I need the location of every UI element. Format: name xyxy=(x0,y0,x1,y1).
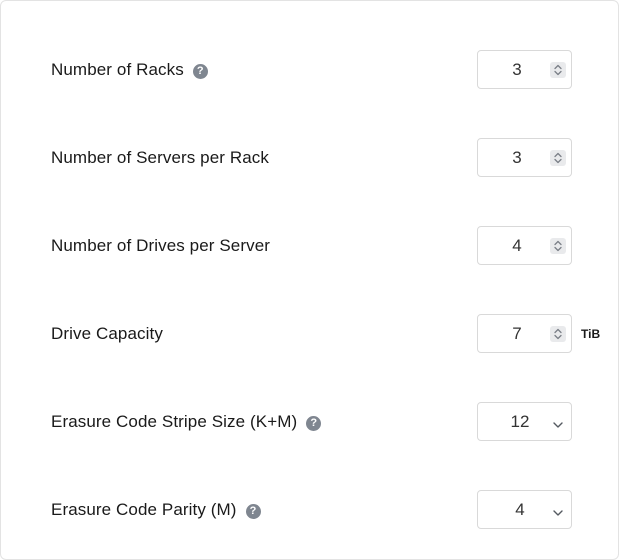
drives-label: Number of Drives per Server xyxy=(51,236,271,255)
parity-label: Erasure Code Parity (M) xyxy=(51,500,237,519)
form-row-capacity: Drive Capacity 7 TiB xyxy=(1,314,620,354)
racks-label-group: Number of Racks ? xyxy=(51,50,208,90)
drives-value[interactable]: 4 xyxy=(478,227,556,264)
up-down-arrows-icon[interactable] xyxy=(550,150,566,166)
chevron-down-icon[interactable] xyxy=(552,417,564,428)
parity-select[interactable]: 4 xyxy=(477,490,572,529)
capacity-label: Drive Capacity xyxy=(51,324,163,343)
question-circle-icon[interactable]: ? xyxy=(306,415,322,431)
form-row-stripe-size: Erasure Code Stripe Size (K+M) ? 12 xyxy=(1,402,620,442)
servers-number-input[interactable]: 3 xyxy=(477,138,572,177)
capacity-label-group: Drive Capacity xyxy=(51,314,163,354)
form-row-parity: Erasure Code Parity (M) ? 4 xyxy=(1,490,620,530)
stripe-size-label: Erasure Code Stripe Size (K+M) xyxy=(51,412,298,431)
drives-number-input[interactable]: 4 xyxy=(477,226,572,265)
drives-label-group: Number of Drives per Server xyxy=(51,226,270,266)
servers-label: Number of Servers per Rack xyxy=(51,148,270,167)
form-row-servers: Number of Servers per Rack 3 xyxy=(1,138,620,178)
capacity-number-input[interactable]: 7 xyxy=(477,314,572,353)
racks-label: Number of Racks xyxy=(51,60,184,79)
stripe-size-select[interactable]: 12 xyxy=(477,402,572,441)
chevron-down-icon[interactable] xyxy=(552,505,564,516)
servers-label-group: Number of Servers per Rack xyxy=(51,138,269,178)
racks-value[interactable]: 3 xyxy=(478,51,556,88)
question-circle-icon[interactable]: ? xyxy=(192,63,208,79)
servers-value[interactable]: 3 xyxy=(478,139,556,176)
racks-number-input[interactable]: 3 xyxy=(477,50,572,89)
form-row-drives: Number of Drives per Server 4 xyxy=(1,226,620,266)
up-down-arrows-icon[interactable] xyxy=(550,326,566,342)
up-down-arrows-icon[interactable] xyxy=(550,238,566,254)
stripe-label-group: Erasure Code Stripe Size (K+M) ? xyxy=(51,402,322,442)
up-down-arrows-icon[interactable] xyxy=(550,62,566,78)
capacity-unit-label: TiB xyxy=(581,327,601,341)
question-circle-icon[interactable]: ? xyxy=(245,503,261,519)
form-row-racks: Number of Racks ? 3 xyxy=(1,50,620,90)
parity-label-group: Erasure Code Parity (M) ? xyxy=(51,490,261,530)
capacity-value[interactable]: 7 xyxy=(478,315,556,352)
capacity-form-panel: Number of Racks ? 3 Number of Servers pe… xyxy=(0,0,619,560)
